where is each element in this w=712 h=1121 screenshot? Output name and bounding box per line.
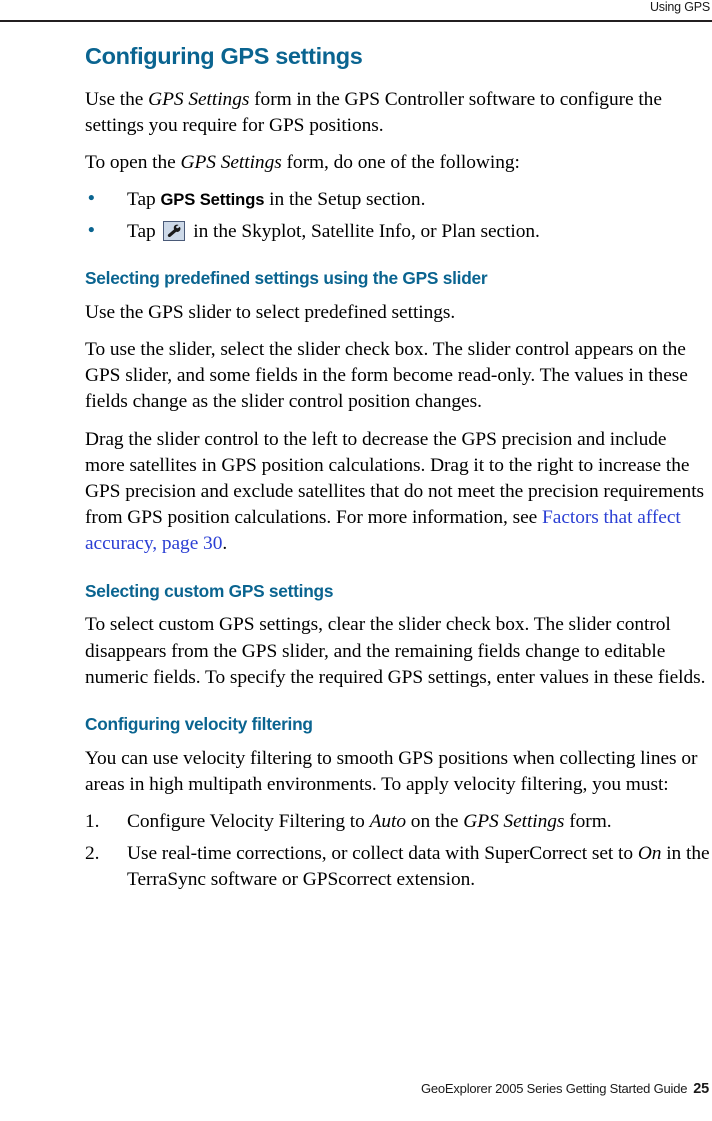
- text-fragment: To open the: [85, 152, 181, 174]
- page-header: Using GPS: [0, 0, 712, 24]
- footer-page-number: 25: [693, 1081, 709, 1097]
- step-number: 1.: [85, 811, 100, 833]
- text-fragment: form, do one of the following:: [281, 152, 520, 174]
- header-divider-rule: [0, 20, 712, 23]
- running-head: Using GPS: [649, 0, 710, 14]
- numbered-list-velocity-steps: 1. Configure Velocity Filtering to Auto o…: [85, 809, 710, 893]
- paragraph-intro-2: To open the GPS Settings form, do one of…: [85, 150, 710, 176]
- paragraph-predefined-3: Drag the slider control to the left to d…: [85, 427, 710, 558]
- text-fragment: Tap: [127, 220, 161, 242]
- section-heading-predefined-settings: Selecting predefined settings using the …: [85, 267, 488, 288]
- form-name-emphasis: GPS Settings: [148, 88, 250, 110]
- step-number: 2.: [85, 842, 100, 864]
- list-item: • Tap GPS Settings in the Setup section.: [85, 187, 710, 213]
- form-name-emphasis: GPS Settings: [180, 152, 282, 174]
- wrench-icon: [163, 220, 186, 241]
- value-emphasis: On: [637, 842, 662, 864]
- list-item: 2. Use real-time corrections, or collect …: [85, 841, 710, 893]
- paragraph-intro-1: Use the GPS Settings form in the GPS Con…: [85, 87, 710, 139]
- section-heading-custom-settings: Selecting custom GPS settings: [85, 580, 334, 601]
- text-fragment: in the Skyplot, Satellite Info, or Plan …: [188, 220, 540, 242]
- bullet-marker: •: [88, 219, 95, 241]
- footer-guide-title: GeoExplorer 2005 Series Getting Started …: [420, 1081, 688, 1096]
- page-title: Configuring GPS settings: [85, 43, 363, 69]
- text-fragment: on the: [406, 811, 464, 833]
- ui-label-gps-settings: GPS Settings: [160, 190, 265, 210]
- list-item: • Tap in the Skyplot, Satellite Info, or …: [85, 219, 710, 245]
- cross-reference-link-page[interactable]: page 30: [162, 533, 223, 554]
- section-heading-velocity-filtering: Configuring velocity filtering: [85, 714, 313, 735]
- bullet-marker: •: [88, 188, 95, 210]
- text-fragment: form.: [564, 811, 612, 833]
- page-footer: GeoExplorer 2005 Series Getting Started …: [0, 1081, 712, 1097]
- form-name-emphasis: GPS Settings: [463, 811, 565, 833]
- text-fragment: Tap: [127, 189, 161, 211]
- list-item: 1. Configure Velocity Filtering to Auto o…: [85, 809, 710, 835]
- text-fragment: Use the: [85, 88, 149, 110]
- paragraph-predefined-2: To use the slider, select the slider che…: [85, 338, 688, 413]
- page-content: Configuring GPS settings Use the GPS Set…: [85, 43, 710, 899]
- value-emphasis: Auto: [369, 811, 406, 833]
- paragraph-velocity-1: You can use velocity filtering to smooth…: [85, 747, 698, 796]
- text-fragment: Use real-time corrections, or collect da…: [127, 842, 638, 864]
- paragraph-predefined-1: Use the GPS slider to select predefined …: [85, 301, 456, 323]
- text-fragment: ,: [152, 533, 162, 555]
- text-fragment: in the Setup section.: [264, 189, 426, 211]
- text-fragment: .: [222, 533, 228, 555]
- paragraph-custom-1: To select custom GPS settings, clear the…: [85, 614, 706, 688]
- text-fragment: Configure Velocity Filtering to: [127, 811, 370, 833]
- bullet-list-open-form: • Tap GPS Settings in the Setup section. …: [85, 187, 710, 244]
